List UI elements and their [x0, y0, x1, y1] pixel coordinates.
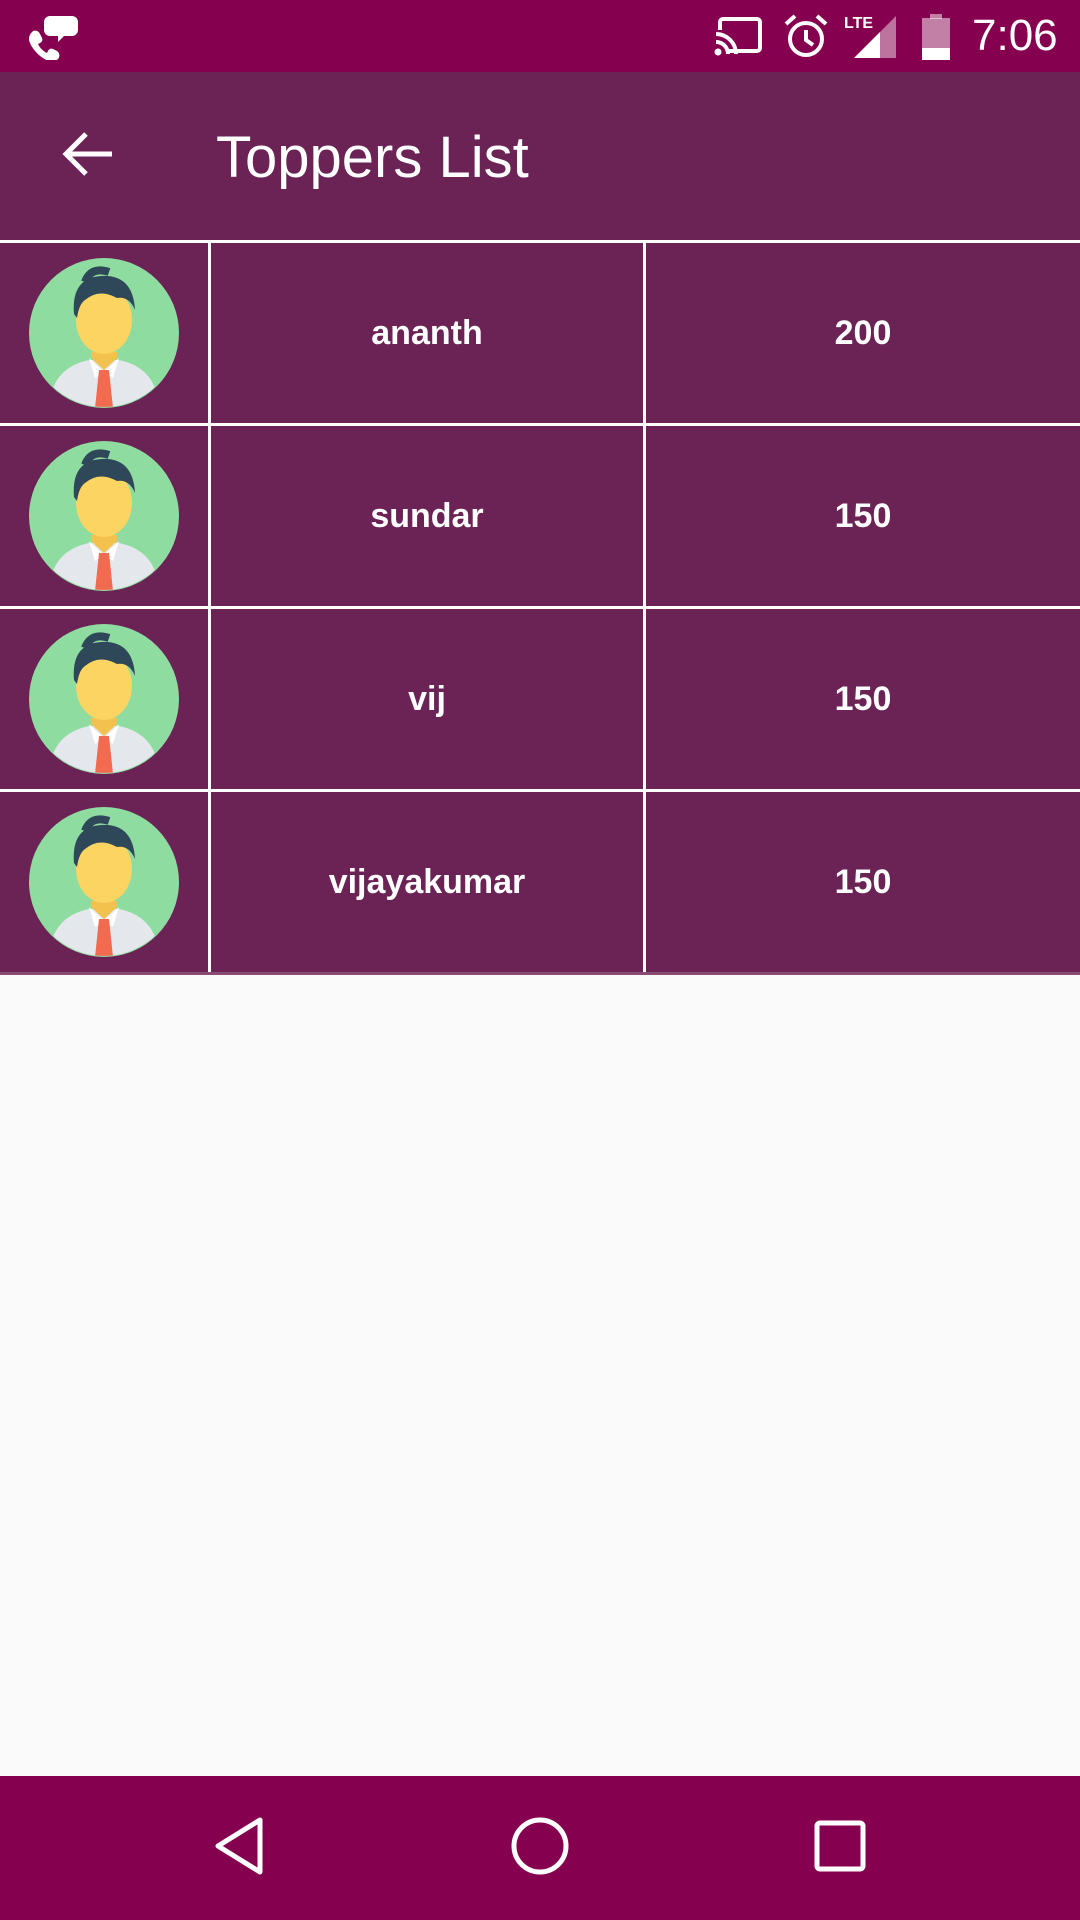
user-avatar-icon	[29, 624, 179, 774]
topper-score: 150	[834, 496, 892, 535]
list-item[interactable]: vij 150	[0, 606, 1080, 789]
page-title: Toppers List	[216, 125, 529, 190]
user-avatar-icon	[29, 441, 179, 591]
alarm-icon	[782, 12, 830, 60]
arrow-left-icon	[62, 130, 114, 183]
avatar-cell	[0, 426, 211, 606]
topper-name: sundar	[211, 426, 646, 606]
nav-recent-icon	[813, 1819, 867, 1878]
app-bar: Toppers List	[0, 72, 1080, 240]
nav-back-icon	[212, 1816, 268, 1881]
topper-name: vijayakumar	[211, 792, 646, 972]
topper-name: vij	[211, 609, 646, 789]
topper-score: 150	[834, 862, 892, 901]
nav-recent-button[interactable]	[804, 1812, 876, 1884]
user-avatar-icon	[29, 258, 179, 408]
navigation-bar	[0, 1776, 1080, 1920]
topper-score: 150	[834, 679, 892, 718]
screen: LTE 7:06 Toppers List ananth 200 sundar …	[0, 0, 1080, 1920]
phone-chat-icon	[28, 12, 80, 62]
cast-icon	[714, 16, 764, 56]
back-button[interactable]	[52, 120, 124, 192]
topper-name: ananth	[211, 243, 646, 423]
network-type-label: LTE	[844, 15, 873, 32]
status-time: 7:06	[972, 11, 1058, 60]
nav-home-button[interactable]	[504, 1812, 576, 1884]
status-bar: LTE 7:06	[0, 0, 1080, 72]
battery-icon	[920, 14, 952, 60]
nav-home-icon	[510, 1816, 570, 1881]
list-item[interactable]: vijayakumar 150	[0, 789, 1080, 975]
list-item[interactable]: ananth 200	[0, 240, 1080, 423]
nav-back-button[interactable]	[204, 1812, 276, 1884]
list-item[interactable]: sundar 150	[0, 423, 1080, 606]
avatar-cell	[0, 792, 211, 972]
topper-score: 200	[834, 313, 892, 352]
user-avatar-icon	[29, 807, 179, 957]
avatar-cell	[0, 243, 211, 423]
signal-icon: LTE	[842, 12, 898, 60]
avatar-cell	[0, 609, 211, 789]
toppers-list: ananth 200 sundar 150 vij 150 vijayakuma…	[0, 240, 1080, 975]
